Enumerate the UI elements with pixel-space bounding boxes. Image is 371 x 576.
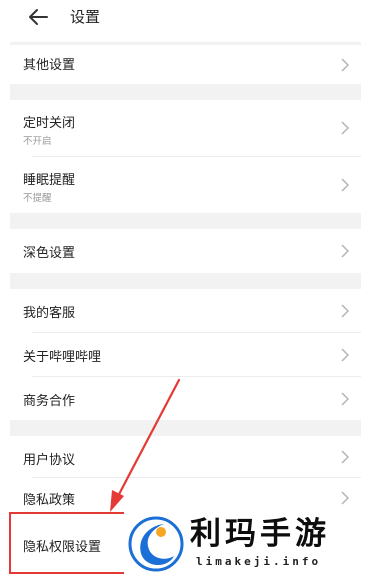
watermark-logo-icon	[128, 516, 184, 572]
watermark: 利玛手游 limakeji.info	[124, 510, 371, 576]
watermark-url: limakeji.info	[196, 555, 322, 568]
annotation-arrow	[110, 378, 181, 512]
watermark-name: 利玛手游	[190, 516, 330, 552]
